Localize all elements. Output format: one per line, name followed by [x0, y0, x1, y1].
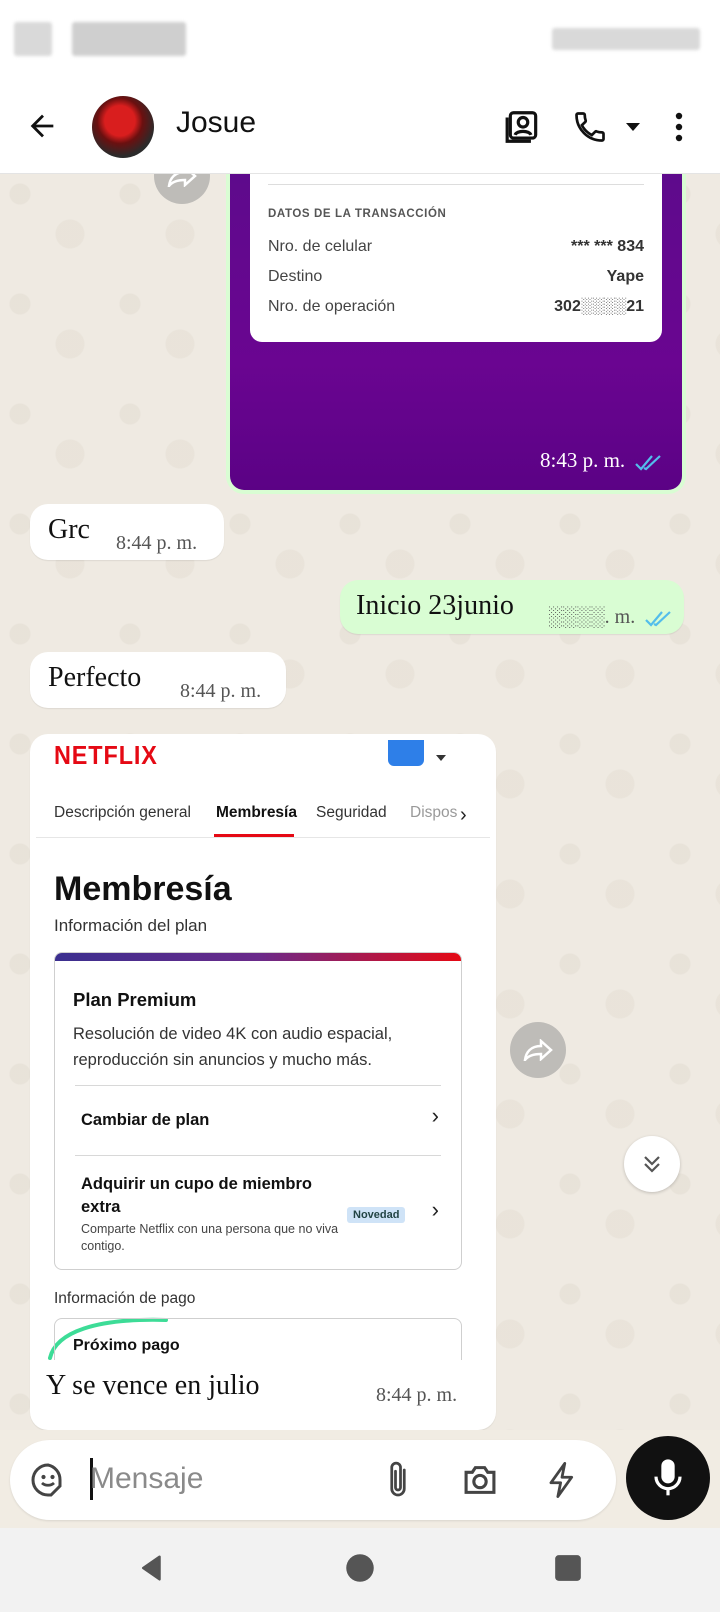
incoming-message[interactable]: Perfecto 8:44 p. m. [30, 652, 286, 708]
next-payment-label: Próximo pago [73, 1337, 180, 1354]
message-text: Grc [48, 514, 90, 545]
sticker-icon[interactable] [28, 1460, 68, 1500]
message-input-bar[interactable]: Mensaje [10, 1440, 616, 1520]
camera-icon[interactable] [458, 1460, 502, 1500]
message-text: Inicio 23junio [356, 590, 514, 621]
netflix-tabs: Descripción general Membresía Seguridad … [36, 790, 490, 838]
plan-name: Plan Premium [73, 989, 197, 1010]
receipt-row: Destino Yape [268, 268, 644, 286]
netflix-logo: NETFLIX [54, 740, 158, 770]
yape-receipt-card: DATOS DE LA TRANSACCIÓN Nro. de celular … [250, 174, 662, 342]
receipt-row: Nro. de operación 302░░░░21 [268, 298, 644, 316]
receipt-section-title: DATOS DE LA TRANSACCIÓN [268, 208, 447, 220]
receipt-row-label: Destino [268, 268, 323, 285]
nav-recents-icon[interactable] [548, 1548, 588, 1588]
chevron-right-icon: › [431, 1103, 439, 1128]
chevron-right-icon: › [431, 1197, 439, 1222]
message-time: 8:44 p. m. [180, 680, 262, 702]
netflix-screenshot[interactable]: NETFLIX Descripción general Membresía Se… [36, 740, 490, 1360]
call-dropdown-icon[interactable] [620, 110, 646, 144]
incoming-message[interactable]: Grc 8:44 p. m. [30, 504, 224, 560]
attachment-icon[interactable] [378, 1458, 418, 1502]
status-blur-left-1 [14, 22, 52, 56]
message-text: Perfecto [48, 662, 142, 693]
plan-card: Plan Premium Resolución de video 4K con … [54, 952, 462, 1270]
next-payment-card: Próximo pago [54, 1318, 462, 1360]
forward-icon[interactable] [154, 174, 210, 204]
status-bar [0, 0, 720, 80]
extra-member-label: Adquirir un cupo de miembro extra [81, 1175, 313, 1216]
chat-header: Josue [0, 80, 720, 174]
chat-area[interactable]: DATOS DE LA TRANSACCIÓN Nro. de celular … [0, 174, 720, 1430]
message-input[interactable]: Mensaje [90, 1462, 203, 1496]
message-time: 8:44 p. m. [376, 1384, 458, 1406]
message-time: 8:44 p. m. [116, 532, 198, 554]
netflix-section-subtitle: Información del plan [54, 916, 208, 935]
netflix-tab: Seguridad [316, 804, 387, 821]
status-blur-left-2 [72, 22, 186, 56]
receipt-row-value: *** *** 834 [571, 238, 644, 255]
message-time: ░░░░. m. [548, 606, 636, 628]
plan-card-gradient-bar [55, 953, 461, 961]
video-call-icon[interactable] [498, 102, 548, 152]
yape-receipt-image[interactable]: DATOS DE LA TRANSACCIÓN Nro. de celular … [226, 174, 686, 494]
back-arrow-icon[interactable] [20, 104, 64, 148]
card-divider [75, 1155, 441, 1156]
nav-back-icon[interactable] [132, 1548, 172, 1588]
receipt-row-label: Nro. de celular [268, 238, 373, 255]
phone-call-icon[interactable] [568, 102, 612, 152]
contact-avatar[interactable] [92, 96, 154, 158]
contact-name[interactable]: Josue [176, 106, 256, 140]
card-divider [75, 1085, 441, 1086]
voice-message-button[interactable] [626, 1436, 710, 1520]
new-badge: Novedad [347, 1207, 406, 1223]
profile-dropdown-icon [436, 748, 446, 766]
change-plan-label: Cambiar de plan [81, 1111, 210, 1129]
image-caption: Y se vence en julio [46, 1370, 260, 1401]
message-time: 8:43 p. m. [540, 448, 626, 472]
netflix-tab-active: Membresía [216, 804, 297, 821]
lightning-icon[interactable] [542, 1460, 582, 1500]
microphone-icon [654, 1459, 682, 1496]
image-message[interactable]: NETFLIX Descripción general Membresía Se… [30, 734, 496, 1430]
netflix-page-title: Membresía [54, 870, 232, 908]
system-navigation-bar [0, 1528, 720, 1612]
receipt-row-value: Yape [606, 268, 644, 285]
payment-info-heading: Información de pago [54, 1290, 196, 1307]
receipt-divider [268, 184, 644, 185]
receipt-row-value: 302░░░░21 [554, 298, 644, 315]
scroll-to-bottom-button[interactable] [624, 1136, 680, 1192]
receipt-row: Nro. de celular *** *** 834 [268, 238, 644, 256]
receipt-row-label: Nro. de operación [268, 298, 396, 315]
active-tab-underline [214, 834, 294, 837]
read-ticks-icon [644, 610, 674, 633]
netflix-tab: Dispos [410, 804, 458, 821]
read-ticks-icon [634, 454, 664, 477]
profile-avatar-icon [388, 740, 424, 766]
netflix-tab: Descripción general [54, 804, 191, 821]
yape-receipt-background: DATOS DE LA TRANSACCIÓN Nro. de celular … [230, 174, 682, 490]
forward-icon[interactable] [510, 1022, 566, 1078]
outgoing-message[interactable]: Inicio 23junio ░░░░. m. [340, 580, 684, 634]
plan-description: Resolución de video 4K con audio espacia… [73, 1025, 393, 1069]
extra-member-description: Comparte Netflix con una persona que no … [81, 1222, 339, 1253]
more-options-icon[interactable] [664, 104, 694, 150]
tabs-chevron-right-icon: › [460, 804, 467, 826]
status-blur-right [552, 28, 700, 50]
nav-home-icon[interactable] [340, 1548, 380, 1588]
